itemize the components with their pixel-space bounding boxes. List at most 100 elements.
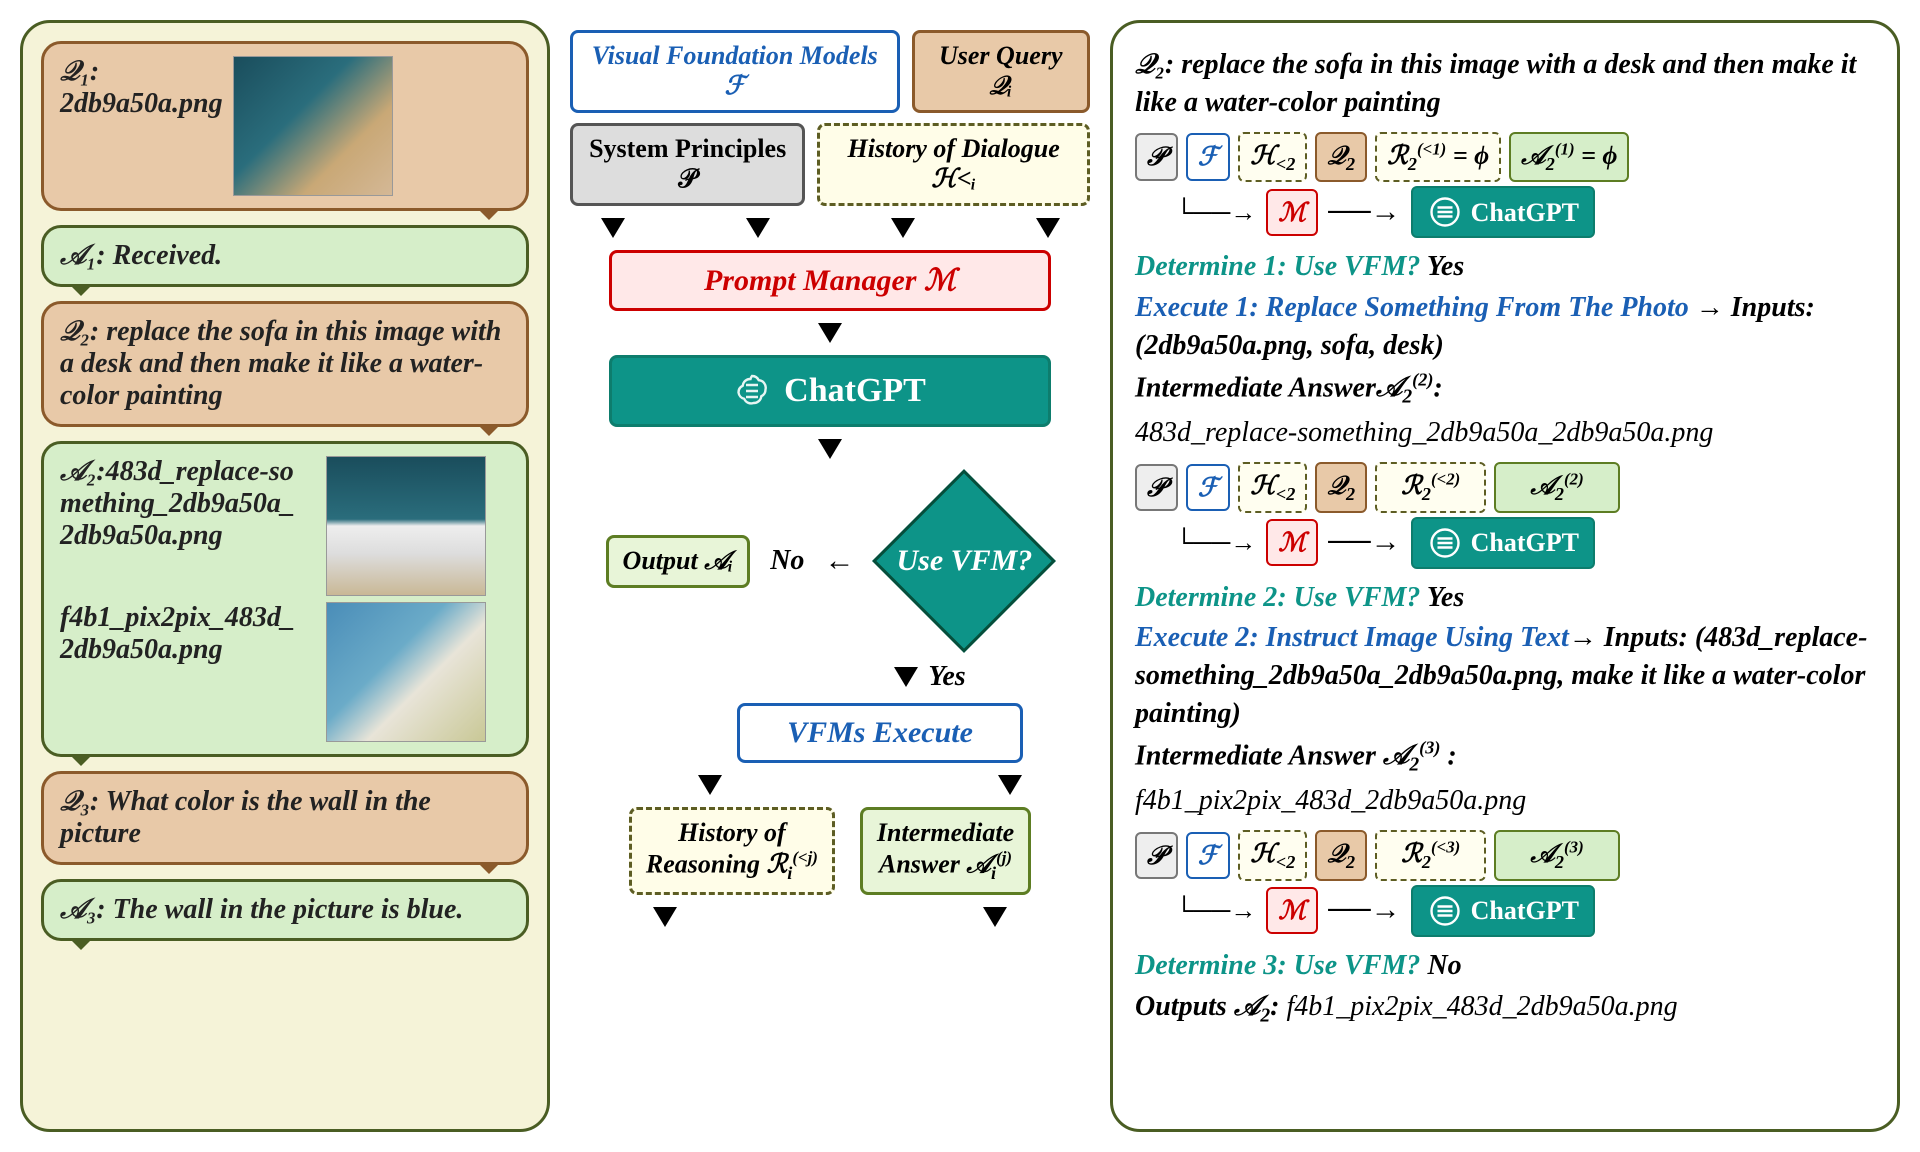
sub-row-2: └──→ ℳ ──→ ChatGPT: [1175, 517, 1875, 569]
tok-p: 𝒫: [1135, 133, 1178, 180]
sub-row-3: └──→ ℳ ──→ ChatGPT: [1175, 885, 1875, 937]
tok-m: ℳ: [1266, 189, 1318, 236]
intermediate-answer-box: IntermediateAnswer 𝒜i(j): [860, 807, 1031, 895]
tok-q: 𝒬2: [1315, 462, 1367, 513]
det2-label: Determine 2: [1135, 582, 1277, 613]
det1-q: : Use VFM?: [1277, 251, 1420, 282]
query-1-bubble: 𝒬₁: 2db9a50a.png: [41, 41, 529, 211]
tok-r1: ℛ2(<1) = ϕ: [1375, 132, 1501, 183]
arrow-icon: [601, 218, 625, 238]
tok-a1: 𝒜2(1) = ϕ: [1509, 132, 1629, 183]
history-reasoning-box: History ofReasoning ℛi(<j): [629, 807, 835, 895]
tok-h: ℋ<2: [1238, 132, 1307, 183]
ia1-label: Intermediate Answer: [1135, 372, 1376, 403]
exe2-arrow: →: [1569, 622, 1604, 653]
watercolor-image-thumbnail: [326, 602, 486, 742]
tok-q: 𝒬2: [1315, 830, 1367, 881]
sub-row-1: └──→ ℳ ──→ ChatGPT: [1175, 186, 1875, 238]
output-box: Output 𝒜ᵢ: [606, 535, 751, 588]
tok-p: 𝒫: [1135, 832, 1178, 879]
tok-f: ℱ: [1186, 832, 1230, 879]
answer-1-bubble: 𝒜₁: Received.: [41, 225, 529, 287]
q1-filename: 2db9a50a.png: [60, 88, 223, 119]
chatgpt-label: ChatGPT: [784, 372, 926, 410]
exe2-body: : Instruct Image Using Text: [1249, 622, 1568, 653]
prompt-manager-box: Prompt Manager ℳ: [609, 250, 1051, 311]
exe2-label: Execute 2: [1135, 622, 1249, 653]
answer-2-bubble: 𝒜₂:483d_replace-something_2db9a50a_2db9a…: [41, 441, 529, 757]
token-row-3: 𝒫 ℱ ℋ<2 𝒬2 ℛ2(<3) 𝒜2(3): [1135, 830, 1875, 881]
tok-r3: ℛ2(<3): [1375, 830, 1486, 881]
det3-label: Determine 3: [1135, 950, 1277, 981]
tok-p: 𝒫: [1135, 464, 1178, 511]
history-dialogue-box: History of Dialogue ℋ<ᵢ: [817, 123, 1090, 206]
arrow-icon: [891, 218, 915, 238]
ia2-colon: :: [1440, 740, 1456, 771]
q2-text: 𝒬₂: replace the sofa in this image with …: [60, 316, 501, 411]
arrow-icon: [818, 439, 842, 459]
tok-a2: 𝒜2(2): [1494, 462, 1619, 513]
ia2-label: Intermediate Answer: [1135, 740, 1383, 771]
ia1-colon: :: [1433, 372, 1442, 403]
tok-h: ℋ<2: [1238, 830, 1307, 881]
tok-r2: ℛ2(<2): [1375, 462, 1486, 513]
query-2-bubble: 𝒬₂: replace the sofa in this image with …: [41, 301, 529, 427]
vfm-box: Visual Foundation Models ℱ: [570, 30, 900, 113]
out-label: Outputs: [1135, 991, 1234, 1022]
arrow-icon: [983, 907, 1007, 927]
tok-gpt: ChatGPT: [1411, 186, 1595, 238]
ia2-sym: 𝒜2(3): [1383, 740, 1441, 771]
det2-a: Yes: [1420, 582, 1464, 613]
decision-text: Use VFM?: [897, 544, 1033, 578]
a2-file2: f4b1_pix2pix_483d_2db9a50a.png: [60, 602, 308, 666]
query-3-bubble: 𝒬₃: What color is the wall in the pictur…: [41, 771, 529, 865]
exe1-label: Execute 1: [1135, 292, 1249, 323]
det1-a: Yes: [1420, 251, 1464, 282]
openai-logo-icon: [1427, 893, 1463, 929]
tok-m: ℳ: [1266, 887, 1318, 934]
det1-label: Determine 1: [1135, 251, 1277, 282]
tok-f: ℱ: [1186, 133, 1230, 180]
yes-label: Yes: [928, 661, 965, 693]
dialogue-panel: 𝒬₁: 2db9a50a.png 𝒜₁: Received. 𝒬₂: repla…: [20, 20, 550, 1132]
no-label: No: [770, 545, 804, 577]
a2-label: 𝒜₂:: [60, 456, 106, 487]
tok-q: 𝒬2: [1315, 132, 1367, 183]
arrow-icon: [894, 667, 918, 687]
det3-q: : Use VFM?: [1277, 950, 1420, 981]
openai-logo-icon: [1427, 525, 1463, 561]
user-query-box: User Query 𝒬ᵢ: [912, 30, 1090, 113]
tok-h: ℋ<2: [1238, 462, 1307, 513]
tok-a3: 𝒜2(3): [1494, 830, 1619, 881]
tok-m: ℳ: [1266, 519, 1318, 566]
decision-diamond: Use VFM?: [874, 471, 1054, 651]
tok-f: ℱ: [1186, 464, 1230, 511]
vfms-execute-box: VFMs Execute: [737, 703, 1023, 763]
chatgpt-box: ChatGPT: [609, 355, 1051, 427]
a3-text: 𝒜₃: The wall in the picture is blue.: [60, 894, 463, 925]
arrow-icon: [698, 775, 722, 795]
token-row-2: 𝒫 ℱ ℋ<2 𝒬2 ℛ2(<2) 𝒜2(2): [1135, 462, 1875, 513]
arrow-icon: [746, 218, 770, 238]
q2-restate: 𝒬₂: replace the sofa in this image with …: [1135, 46, 1875, 122]
reasoning-trace-panel: 𝒬₂: replace the sofa in this image with …: [1110, 20, 1900, 1132]
out-sym: 𝒜2: [1234, 991, 1270, 1022]
arrow-icon: [818, 323, 842, 343]
flowchart-panel: Visual Foundation Models ℱ User Query 𝒬ᵢ…: [565, 20, 1095, 1132]
answer-3-bubble: 𝒜₃: The wall in the picture is blue.: [41, 879, 529, 941]
exe1-body: : Replace Something From The Photo: [1249, 292, 1688, 323]
tok-gpt: ChatGPT: [1411, 885, 1595, 937]
arrow-icon: [998, 775, 1022, 795]
openai-logo-icon: [1427, 194, 1463, 230]
sofa-image-thumbnail: [233, 56, 393, 196]
token-row-1: 𝒫 ℱ ℋ<2 𝒬2 ℛ2(<1) = ϕ 𝒜2(1) = ϕ: [1135, 132, 1875, 183]
ia2-val: f4b1_pix2pix_483d_2db9a50a.png: [1135, 782, 1875, 820]
out-colon: :: [1270, 991, 1286, 1022]
desk-image-thumbnail: [326, 456, 486, 596]
det3-a: No: [1420, 950, 1461, 981]
exe1-arrow: →: [1689, 292, 1731, 323]
system-principles-box: System Principles 𝒫: [570, 123, 805, 206]
a1-text: 𝒜₁: Received.: [60, 240, 222, 271]
arrow-icon: [1036, 218, 1060, 238]
ia1-val: 483d_replace-something_2db9a50a_2db9a50a…: [1135, 414, 1875, 452]
